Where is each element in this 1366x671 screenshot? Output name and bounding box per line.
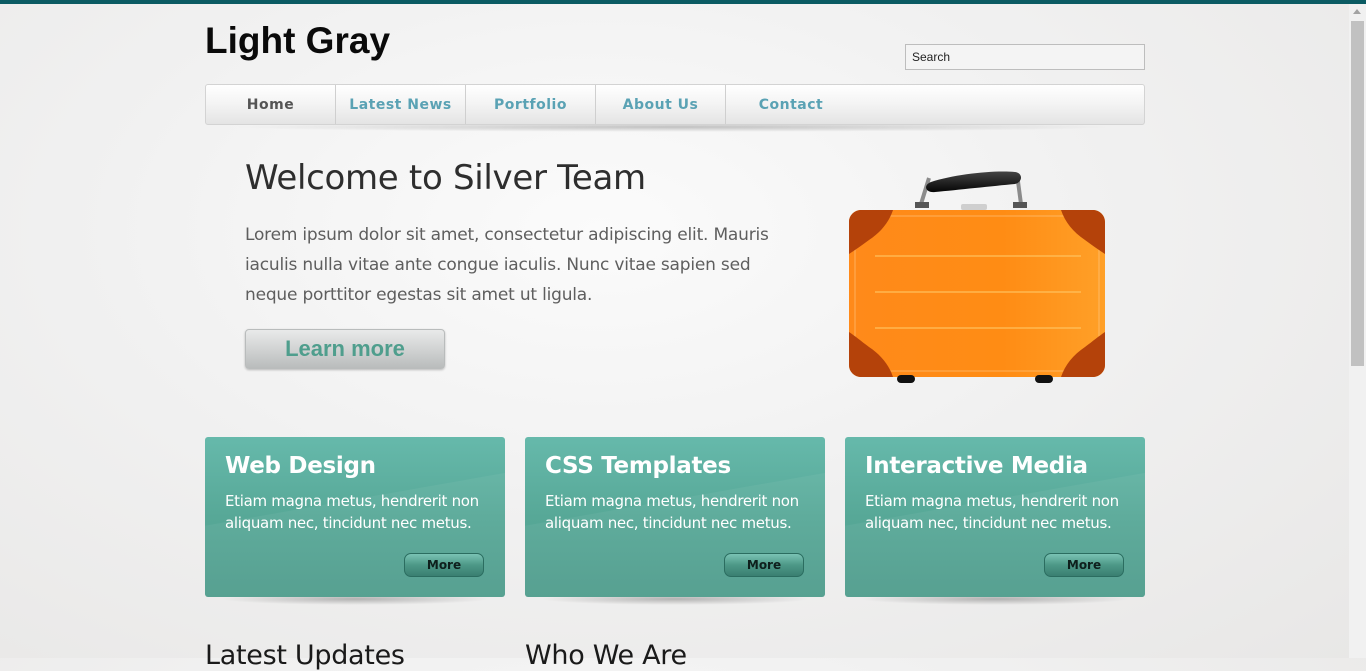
more-button[interactable]: More	[1044, 553, 1124, 577]
more-button[interactable]: More	[404, 553, 484, 577]
learn-more-button[interactable]: Learn more	[245, 329, 445, 369]
nav-item-portfolio[interactable]: Portfolio	[466, 85, 596, 124]
main-nav: Home Latest News Portfolio About Us Cont…	[205, 84, 1145, 125]
section-title-who-we-are: Who We Are	[525, 640, 687, 671]
feature-text: Etiam magna metus, hendrerit non aliquam…	[545, 492, 799, 532]
search-box[interactable]	[905, 44, 1145, 70]
feature-text: Etiam magna metus, hendrerit non aliquam…	[865, 492, 1119, 532]
feature-title: Web Design	[225, 453, 376, 479]
feature-box-interactive-media: Interactive Media Etiam magna metus, hen…	[845, 437, 1145, 597]
nav-item-about-us[interactable]: About Us	[596, 85, 726, 124]
feature-box-css-templates: CSS Templates Etiam magna metus, hendrer…	[525, 437, 825, 597]
suitcase-image	[849, 171, 1105, 383]
search-input[interactable]	[906, 45, 1144, 69]
more-button[interactable]: More	[724, 553, 804, 577]
scrollbar-thumb[interactable]	[1351, 21, 1364, 366]
top-accent-bar	[0, 0, 1366, 4]
site-logo[interactable]: Light Gray	[205, 20, 390, 62]
hero-text: Lorem ipsum dolor sit amet, consectetur …	[245, 225, 769, 305]
feature-title: Interactive Media	[865, 453, 1088, 479]
hero-title: Welcome to Silver Team	[245, 158, 646, 198]
feature-box-web-design: Web Design Etiam magna metus, hendrerit …	[205, 437, 505, 597]
nav-item-home[interactable]: Home	[206, 85, 336, 124]
scroll-up-arrow-icon[interactable]	[1353, 9, 1361, 14]
nav-item-latest-news[interactable]: Latest News	[336, 85, 466, 124]
feature-title: CSS Templates	[545, 453, 731, 479]
section-title-latest-updates: Latest Updates	[205, 640, 405, 671]
nav-item-contact[interactable]: Contact	[726, 85, 856, 124]
feature-text: Etiam magna metus, hendrerit non aliquam…	[225, 492, 479, 532]
vertical-scrollbar[interactable]	[1349, 4, 1366, 658]
